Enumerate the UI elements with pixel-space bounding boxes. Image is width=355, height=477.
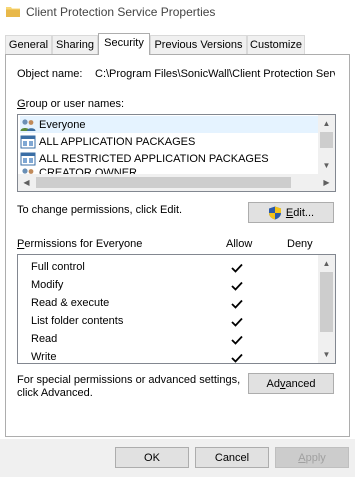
scroll-thumb[interactable] (320, 272, 333, 332)
allow-check-icon (231, 281, 243, 291)
deny-header: Deny (287, 238, 313, 250)
permission-write: Write (31, 351, 57, 363)
button-label: OK (144, 451, 160, 464)
advanced-text-line2: click Advanced. (17, 387, 93, 399)
tab-label: Security (104, 37, 144, 49)
tab-label: Customize (250, 39, 302, 51)
access-key: E (285, 206, 294, 219)
group-user-list[interactable]: Everyone ALL APPLICATION PACKAGES ALL RE… (17, 114, 336, 192)
scroll-up-icon[interactable]: ▲ (318, 255, 335, 272)
title-bar: Client Protection Service Properties (0, 0, 355, 26)
list-item-everyone[interactable]: Everyone (20, 116, 318, 133)
window-title: Client Protection Service Properties (26, 5, 216, 19)
allow-header: Allow (226, 238, 253, 250)
advanced-text-line1: For special permissions or advanced sett… (17, 374, 241, 386)
allow-check-icon (231, 353, 243, 363)
access-key: A (298, 451, 306, 464)
label-rest: roup or user names: (25, 98, 124, 110)
permission-modify: Modify (31, 279, 64, 291)
list-item-all-restricted-application-packages[interactable]: ALL RESTRICTED APPLICATION PACKAGES (20, 150, 269, 167)
scroll-down-icon[interactable]: ▼ (318, 157, 335, 174)
object-name-value: C:\Program Files\SonicWall\Client Protec… (95, 68, 335, 80)
scroll-thumb[interactable] (320, 132, 333, 148)
cancel-button[interactable]: Cancel (195, 447, 269, 468)
tab-general[interactable]: General (5, 35, 52, 54)
scroll-thumb[interactable] (36, 177, 291, 188)
permission-list-folder-contents: List folder contents (31, 315, 124, 327)
permission-read: Read (31, 333, 58, 345)
ok-button[interactable]: OK (115, 447, 189, 468)
list-item-label: ALL RESTRICTED APPLICATION PACKAGES (39, 152, 269, 165)
shield-icon (268, 206, 281, 219)
tab-label: Previous Versions (154, 39, 243, 51)
permissions-vscrollbar[interactable]: ▲ ▼ (318, 255, 335, 363)
button-label: Cancel (214, 451, 250, 464)
allow-check-icon (231, 317, 243, 327)
scroll-up-icon[interactable]: ▲ (318, 115, 335, 132)
scroll-down-icon[interactable]: ▼ (318, 346, 335, 363)
button-label: anced (285, 377, 316, 390)
tab-security[interactable]: Security (98, 33, 150, 55)
tab-label: General (8, 39, 49, 51)
access-key: G (17, 98, 26, 110)
tab-label: Sharing (56, 39, 94, 51)
permissions-list[interactable]: Full control Modify Read & execute List … (17, 254, 336, 364)
list-item-label: Everyone (39, 118, 86, 131)
list-item-label: ALL APPLICATION PACKAGES (39, 135, 196, 148)
folder-icon (6, 7, 20, 17)
label-rest: ermissions for Everyone (24, 238, 143, 250)
package-icon (20, 152, 36, 165)
advanced-button[interactable]: Ad v anced (248, 373, 334, 394)
allow-check-icon (231, 299, 243, 309)
group-list-hscrollbar[interactable]: ◀ ▶ (18, 174, 335, 191)
apply-button[interactable]: Apply (275, 447, 349, 468)
users-icon (20, 118, 36, 131)
button-label: Ad (266, 377, 280, 390)
allow-check-icon (231, 335, 243, 345)
permission-full-control: Full control (31, 261, 85, 273)
group-list-vscrollbar[interactable]: ▲ ▼ (318, 115, 335, 174)
group-names-label: Group or user names: (17, 98, 124, 110)
object-name-label: Object name: (17, 68, 83, 80)
permissions-label: Permissions for Everyone (17, 238, 142, 250)
scroll-right-icon[interactable]: ▶ (318, 174, 335, 191)
button-label: dit... (293, 206, 315, 219)
button-label: pply (305, 451, 326, 464)
tab-previous-versions[interactable]: Previous Versions (150, 35, 247, 54)
tab-customize[interactable]: Customize (247, 35, 305, 54)
edit-button[interactable]: Edit... (248, 202, 334, 223)
list-item-all-application-packages[interactable]: ALL APPLICATION PACKAGES (20, 133, 195, 150)
package-icon (20, 135, 36, 148)
permission-read-execute: Read & execute (31, 297, 110, 309)
allow-check-icon (231, 263, 243, 273)
tab-sharing[interactable]: Sharing (52, 35, 98, 54)
change-permissions-text: To change permissions, click Edit. (17, 204, 183, 216)
scroll-left-icon[interactable]: ◀ (18, 174, 35, 191)
